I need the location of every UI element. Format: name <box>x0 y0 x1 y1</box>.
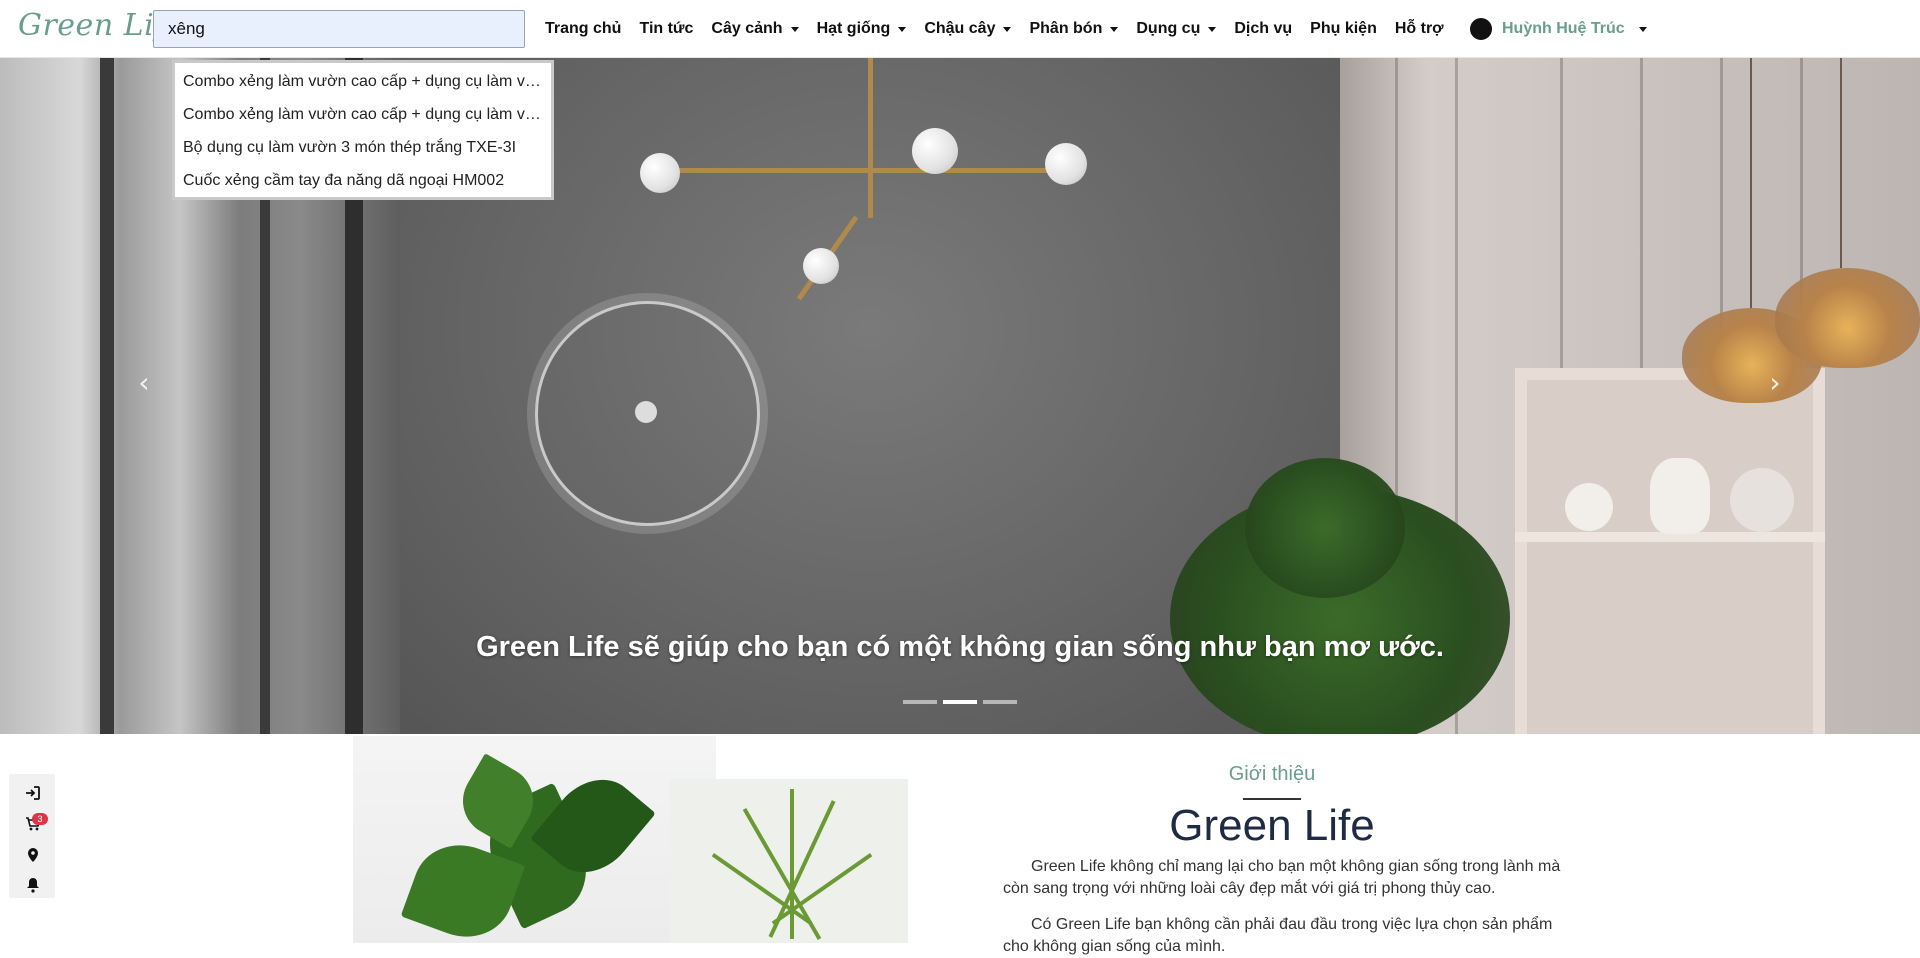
fern-frond <box>711 852 813 926</box>
chandelier-rod <box>868 58 873 218</box>
main-nav: Trang chủ Tin tức Cây cảnh Hạt giống Chậ… <box>545 0 1462 58</box>
intro-eyebrow: Giới thiệu <box>1228 763 1316 785</box>
nav-support[interactable]: Hỗ trợ <box>1395 20 1444 38</box>
nav-plants-dropdown[interactable]: Cây cảnh <box>711 20 799 38</box>
bulb <box>912 128 958 174</box>
navbar: Green Life xêng Trang chủ Tin tức Cây cả… <box>0 0 1920 58</box>
caret-down-icon <box>1638 26 1647 32</box>
nav-news[interactable]: Tin tức <box>639 20 693 38</box>
pendant-lamp <box>1775 268 1920 368</box>
carousel-indicator-active[interactable] <box>943 700 977 704</box>
nav-home-label: Trang chủ <box>545 20 622 37</box>
pendant-cord <box>1840 58 1842 268</box>
nav-pots-label: Chậu cây <box>924 20 996 37</box>
search-suggestions: Combo xẻng làm vườn cao cấp + dụng cụ là… <box>172 60 554 200</box>
caret-down-icon <box>790 26 799 32</box>
side-quick-actions <box>9 774 55 898</box>
nav-plants-label: Cây cảnh <box>711 20 783 37</box>
intro-image-fiddle-leaf <box>353 736 716 943</box>
caret-down-icon <box>1110 26 1119 32</box>
user-menu[interactable]: Huỳnh Huệ Trúc <box>1470 0 1647 58</box>
nav-services[interactable]: Dịch vụ <box>1234 20 1292 38</box>
clock-center <box>635 401 657 423</box>
bulb <box>1045 143 1087 185</box>
fern-frond <box>790 789 794 939</box>
nav-accessories-label: Phụ kiện <box>1310 20 1377 37</box>
nav-services-label: Dịch vụ <box>1234 20 1293 37</box>
pendant-cord <box>1750 58 1752 308</box>
caret-down-icon <box>898 26 907 32</box>
nav-news-label: Tin tức <box>639 20 694 37</box>
bulb <box>803 248 839 284</box>
avatar <box>1470 18 1492 40</box>
intro-paragraph-1: Green Life không chỉ mang lại cho bạn mộ… <box>1003 858 1561 897</box>
nav-tools-dropdown[interactable]: Dụng cụ <box>1136 20 1217 38</box>
nav-fertilizer-dropdown[interactable]: Phân bón <box>1029 20 1119 38</box>
intro-image-fern <box>670 779 908 943</box>
hero-caption: Green Life sẽ giúp cho bạn có một không … <box>476 631 1444 663</box>
carousel-indicators <box>0 700 1920 704</box>
shelf <box>1515 368 1825 734</box>
nav-support-label: Hỗ trợ <box>1394 20 1444 37</box>
fern-frond <box>771 852 873 926</box>
notifications-button[interactable] <box>22 874 44 896</box>
login-button[interactable] <box>22 782 44 804</box>
nav-pots-dropdown[interactable]: Chậu cây <box>924 20 1012 38</box>
nav-accessories[interactable]: Phụ kiện <box>1310 20 1377 38</box>
map-marker-icon <box>28 848 38 862</box>
vase <box>1650 458 1710 534</box>
nav-seeds-label: Hạt giống <box>816 20 891 37</box>
plate <box>1565 483 1613 531</box>
plant <box>1245 458 1405 598</box>
intro-title: Green Life <box>1169 801 1375 850</box>
sign-in-icon <box>26 786 40 800</box>
intro-divider <box>1243 798 1301 800</box>
chandelier-arm <box>675 168 1075 173</box>
intro-paragraph-2: Có Green Life bạn không cần phải đau đầu… <box>1003 916 1553 955</box>
carousel-indicator[interactable] <box>983 700 1017 704</box>
bell-icon <box>27 878 39 893</box>
caret-down-icon <box>1003 26 1012 32</box>
nav-fertilizer-label: Phân bón <box>1029 20 1103 37</box>
nav-home[interactable]: Trang chủ <box>545 20 621 38</box>
caret-down-icon <box>1208 26 1217 32</box>
suggestion-item[interactable]: Bộ dụng cụ làm vườn 3 món thép trắng TXE… <box>175 131 551 164</box>
nav-seeds-dropdown[interactable]: Hạt giống <box>817 20 907 38</box>
suggestion-item[interactable]: Combo xẻng làm vườn cao cấp + dụng cụ là… <box>175 65 551 98</box>
bulb <box>640 153 680 193</box>
suggestion-item[interactable]: Combo xẻng làm vườn cao cấp + dụng cụ là… <box>175 98 551 131</box>
carousel-prev-button[interactable]: ‹ <box>129 368 159 398</box>
plate <box>1730 468 1794 532</box>
search-input[interactable]: xêng <box>153 10 525 48</box>
suggestion-item[interactable]: Cuốc xẻng cầm tay đa năng dã ngoại HM002 <box>175 164 551 197</box>
location-button[interactable] <box>22 844 44 866</box>
nav-tools-label: Dụng cụ <box>1136 20 1201 37</box>
carousel-next-button[interactable]: › <box>1760 368 1790 398</box>
carousel-indicator[interactable] <box>903 700 937 704</box>
user-name: Huỳnh Huệ Trúc <box>1502 20 1625 37</box>
cart-count-badge: 3 <box>32 813 48 825</box>
